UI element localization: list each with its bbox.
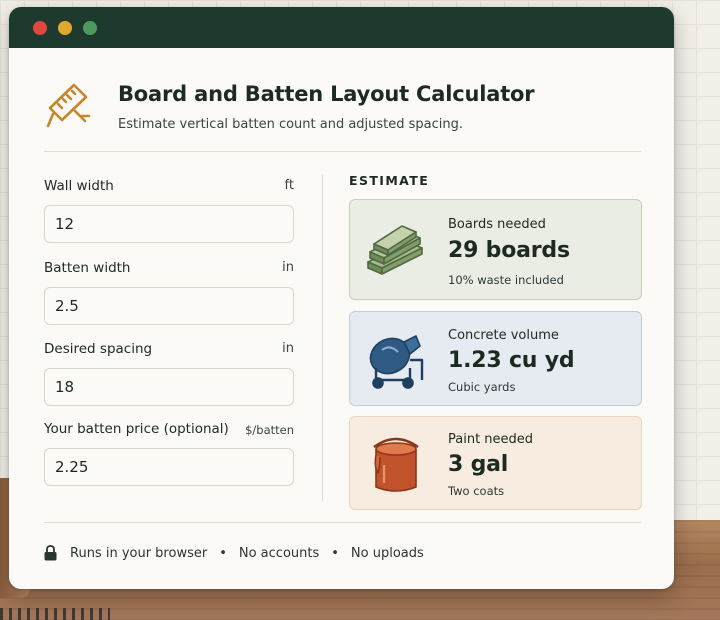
close-window-button[interactable] xyxy=(33,20,47,35)
footer-divider xyxy=(44,522,641,523)
background-notebook-spiral xyxy=(0,608,110,620)
footer-item-browser: Runs in your browser xyxy=(70,545,208,561)
batten-price-field: Your batten price (optional) $/batten xyxy=(44,421,294,487)
maximize-window-button[interactable] xyxy=(83,20,97,35)
concrete-volume-note: Cubic yards xyxy=(448,380,516,394)
footer-item-accounts: No accounts xyxy=(238,545,320,561)
batten-price-label: Your batten price (optional) xyxy=(44,421,229,437)
batten-price-unit: $/batten xyxy=(245,423,294,437)
desired-spacing-input[interactable] xyxy=(44,368,294,406)
desired-spacing-label: Desired spacing xyxy=(44,341,153,357)
desired-spacing-unit: in xyxy=(282,341,294,356)
batten-width-label: Batten width xyxy=(44,260,131,276)
batten-price-input[interactable] xyxy=(44,448,294,486)
paint-needed-value: 3 gal xyxy=(448,452,509,477)
lock-icon xyxy=(44,545,57,561)
page-title: Board and Batten Layout Calculator xyxy=(118,82,535,106)
estimate-heading: ESTIMATE xyxy=(349,173,430,188)
ruler-icon xyxy=(46,83,91,128)
wall-width-input[interactable] xyxy=(44,205,294,243)
footer-separator: • xyxy=(219,545,227,561)
boards-icon xyxy=(367,225,423,275)
desired-spacing-field: Desired spacing in xyxy=(44,341,294,407)
batten-width-field: Batten width in xyxy=(44,260,294,326)
boards-needed-card: Boards needed 29 boards 10% waste includ… xyxy=(349,199,642,300)
boards-needed-value: 29 boards xyxy=(448,238,570,263)
batten-width-unit: in xyxy=(282,260,294,275)
concrete-volume-label: Concrete volume xyxy=(448,328,559,343)
boards-needed-label: Boards needed xyxy=(448,217,546,232)
boards-needed-note: 10% waste included xyxy=(448,273,564,287)
paint-needed-note: Two coats xyxy=(448,484,505,498)
cement-mixer-icon xyxy=(369,335,424,389)
footer: Runs in your browser • No accounts • No … xyxy=(44,543,424,563)
page-subtitle: Estimate vertical batten count and adjus… xyxy=(118,117,464,132)
paint-can-icon xyxy=(373,437,419,492)
app-header: Board and Batten Layout Calculator Estim… xyxy=(45,80,645,150)
footer-separator: • xyxy=(331,545,339,561)
concrete-volume-card: Concrete volume 1.23 cu yd Cubic yards xyxy=(349,311,642,406)
batten-width-input[interactable] xyxy=(44,287,294,325)
paint-needed-card: Paint needed 3 gal Two coats xyxy=(349,416,642,510)
concrete-volume-value: 1.23 cu yd xyxy=(448,348,575,373)
footer-item-uploads: No uploads xyxy=(350,545,424,561)
minimize-window-button[interactable] xyxy=(58,20,72,35)
title-bar xyxy=(9,7,674,48)
app-window: Board and Batten Layout Calculator Estim… xyxy=(9,7,674,589)
paint-needed-label: Paint needed xyxy=(448,432,534,447)
column-divider xyxy=(322,174,323,501)
header-divider xyxy=(44,151,641,152)
wall-width-label: Wall width xyxy=(44,178,114,194)
wall-width-field: Wall width ft xyxy=(44,178,294,244)
wall-width-unit: ft xyxy=(284,178,294,193)
